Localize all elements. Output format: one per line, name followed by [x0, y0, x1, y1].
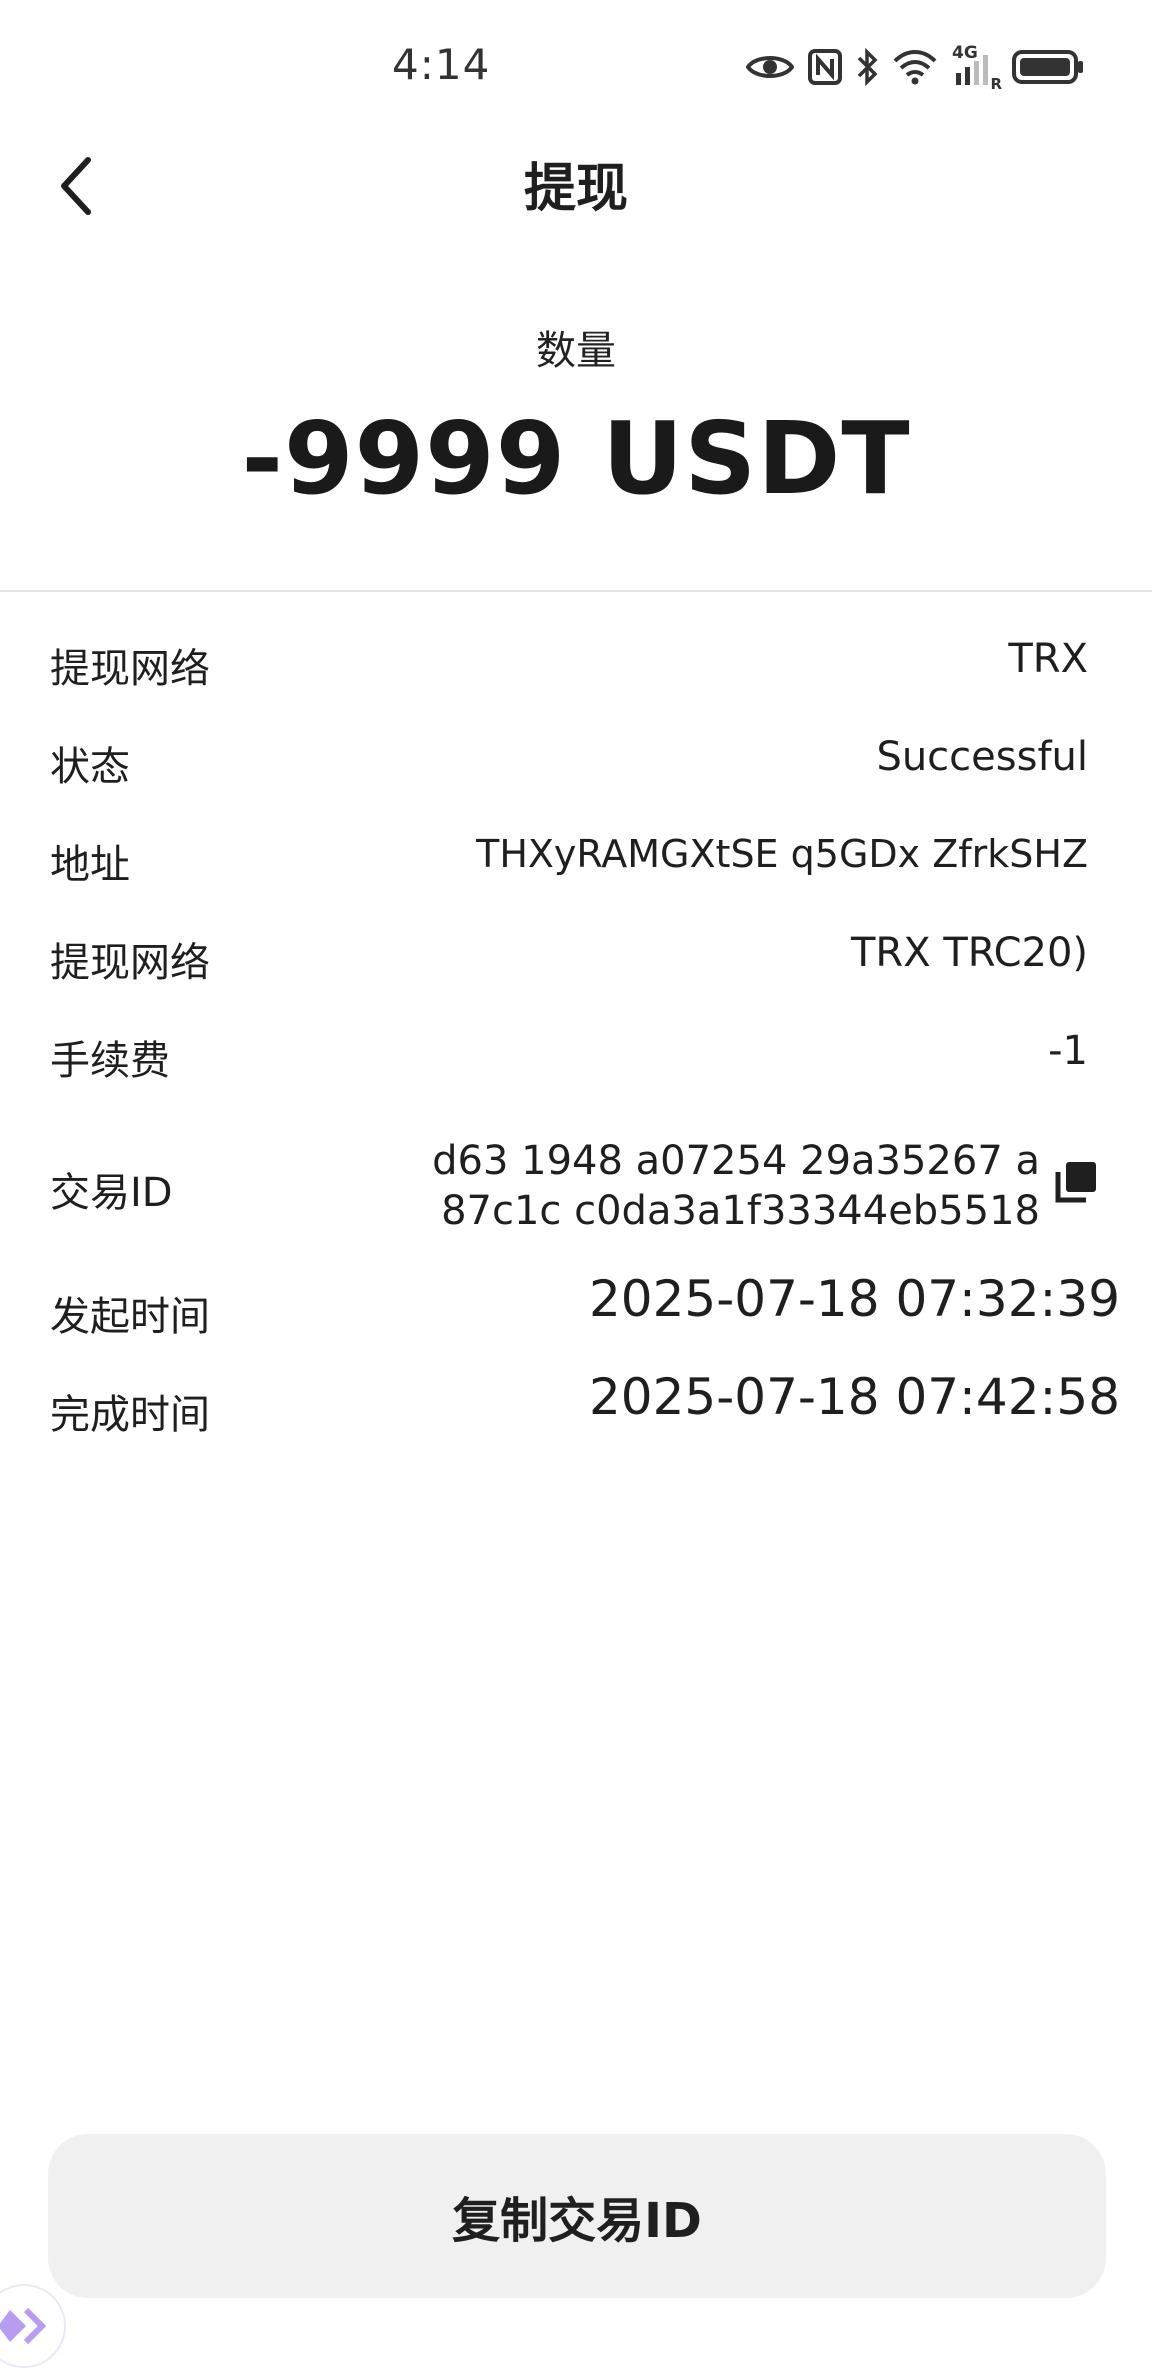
- wifi-icon: [893, 50, 937, 85]
- start-time-label: 发起时间: [50, 1294, 210, 1340]
- network-value: TRX: [1008, 636, 1088, 682]
- network-label: 提现网络: [50, 646, 210, 692]
- complete-time-label: 完成时间: [50, 1392, 210, 1438]
- page-title: 提现: [523, 159, 628, 219]
- address-label: 地址: [50, 842, 130, 888]
- battery-icon: [1012, 50, 1083, 84]
- cellular-signal-icon: 4G R: [952, 43, 1002, 93]
- status-label: 状态: [50, 744, 130, 790]
- divider: [0, 590, 1152, 592]
- eye-icon: [746, 56, 794, 78]
- start-time-value: 2025-07-18 07:32:39: [588, 1270, 1120, 1328]
- bluetooth-icon: [857, 48, 878, 86]
- floating-assistant-button[interactable]: [0, 2284, 66, 2368]
- double-chevron-right-icon: [0, 2307, 47, 2345]
- network2-value: TRX TRC20): [850, 930, 1088, 976]
- roaming-label: R: [990, 75, 1002, 93]
- fee-label: 手续费: [50, 1038, 170, 1084]
- copy-icon[interactable]: [1054, 1160, 1098, 1204]
- txid-label: 交易ID: [50, 1170, 173, 1216]
- copy-txid-button[interactable]: 复制交易ID: [48, 2134, 1106, 2298]
- complete-time-value: 2025-07-18 07:42:58: [588, 1368, 1120, 1426]
- status-time: 4:14: [392, 40, 491, 89]
- status-icons: 4G R: [746, 42, 1084, 93]
- network2-label: 提现网络: [50, 940, 210, 986]
- address-value: THXyRAMGXtSE q5GDx ZfrkSHZ: [476, 832, 1088, 876]
- fee-value: -1: [1048, 1028, 1088, 1074]
- amount-label: 数量: [536, 328, 616, 374]
- amount-value: -9999 USDT: [241, 400, 911, 517]
- nfc-icon: [808, 49, 842, 85]
- status-value: Successful: [876, 734, 1088, 780]
- txid-value: d63 1948 a07254 29a35267 a 87c1c c0da3a1…: [432, 1138, 1040, 1234]
